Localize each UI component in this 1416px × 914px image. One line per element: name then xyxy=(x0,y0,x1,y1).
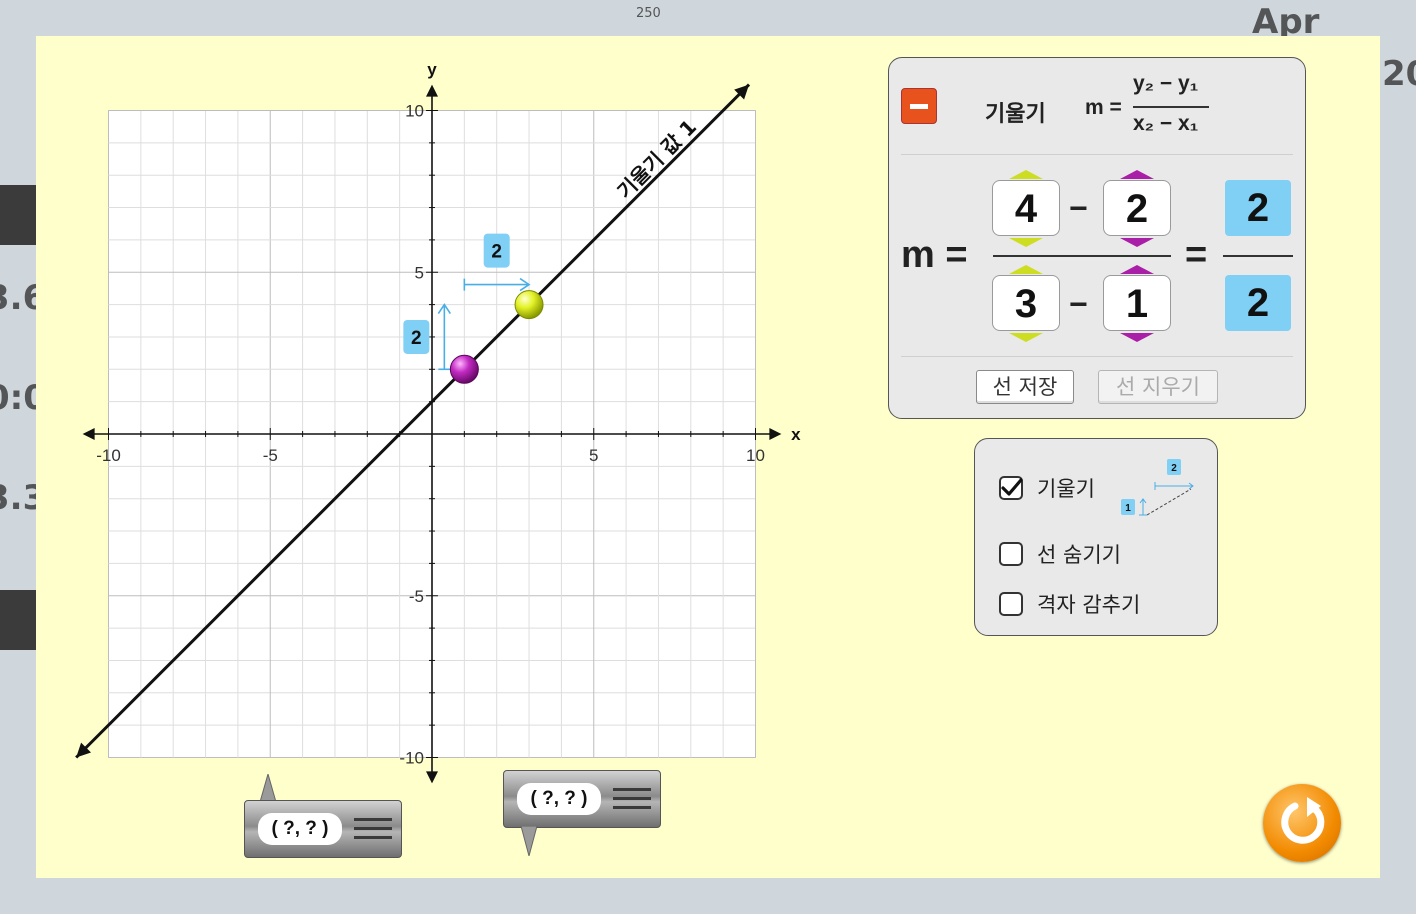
pointer-up-icon xyxy=(259,774,277,802)
equals-sign: = xyxy=(1185,234,1208,276)
x-tick-label: -5 xyxy=(263,446,278,465)
slope-checkbox[interactable] xyxy=(999,476,1023,500)
result-numerator-box: 2 xyxy=(1225,180,1291,236)
run-label-box: 2 xyxy=(483,233,510,268)
y-tick-label: -5 xyxy=(409,587,424,606)
result-denominator-box: 2 xyxy=(1225,275,1291,331)
rise-run-mini-icon: 2 1 xyxy=(1121,459,1194,516)
drag-grip-icon[interactable] xyxy=(613,788,651,791)
coordinate-readout-left[interactable]: ( ?, ? ) xyxy=(244,774,402,858)
formula-denominator: x₂ − x₁ xyxy=(1133,112,1199,135)
minus-operator: − xyxy=(1069,190,1088,226)
y1-value-box: 2 xyxy=(1103,180,1171,236)
drag-grip-icon[interactable] xyxy=(354,818,392,821)
checkmark-icon xyxy=(1001,478,1023,496)
coordinate-readout-right[interactable]: ( ?, ? ) xyxy=(503,770,661,856)
minus-operator: − xyxy=(1069,286,1088,322)
background-fragment: 20 xyxy=(1382,54,1416,94)
hide-line-checkbox[interactable] xyxy=(999,542,1023,566)
y2-decrease-arrow[interactable] xyxy=(1009,238,1043,247)
formula-prefix: m = xyxy=(1085,96,1122,119)
x-axis-arrow-left xyxy=(82,428,95,440)
y-tick-label: -10 xyxy=(399,749,424,768)
point-yellow-handle[interactable] xyxy=(514,290,544,320)
y-tick-label: 10 xyxy=(405,102,424,121)
y-axis-arrow-up xyxy=(426,84,438,97)
x2-decrease-arrow[interactable] xyxy=(1009,333,1043,342)
y2-value-box: 4 xyxy=(992,180,1060,236)
options-panel: 기울기 2 1 선 숨기기 격자 감추기 xyxy=(974,438,1218,636)
activity-stage: -10 -5 5 10 10 5 -5 -10 x y 기울기 값 1 2 2 xyxy=(36,36,1380,878)
drag-grip-icon[interactable] xyxy=(354,836,392,839)
y-axis-arrow-down xyxy=(426,771,438,784)
panel-divider xyxy=(901,356,1293,357)
x-axis-label: x xyxy=(791,425,801,444)
mini-run-label: 2 xyxy=(1171,463,1177,474)
mini-rise-label: 1 xyxy=(1125,503,1131,514)
x2-value-box: 3 xyxy=(992,275,1060,331)
x1-decrease-arrow[interactable] xyxy=(1120,333,1154,342)
background-bar xyxy=(0,185,36,245)
y1-decrease-arrow[interactable] xyxy=(1120,238,1154,247)
hide-grid-label: 격자 감추기 xyxy=(1037,593,1141,617)
pointer-down-icon xyxy=(520,826,538,856)
x2-increase-arrow[interactable] xyxy=(1009,265,1043,274)
slope-panel-title: 기울기 xyxy=(985,101,1046,126)
background-fragment: 250 xyxy=(636,6,661,21)
delete-line-button[interactable]: 선 지우기 xyxy=(1098,370,1218,404)
coordinate-value: ( ?, ? ) xyxy=(517,783,601,815)
fraction-bar xyxy=(993,255,1171,257)
m-label: m = xyxy=(901,234,968,276)
save-line-button[interactable]: 선 저장 xyxy=(976,370,1074,404)
y2-increase-arrow[interactable] xyxy=(1009,170,1043,179)
drag-grip-icon[interactable] xyxy=(613,806,651,809)
result-fraction-bar xyxy=(1223,255,1293,257)
x1-increase-arrow[interactable] xyxy=(1120,265,1154,274)
x-tick-label: -10 xyxy=(96,446,121,465)
rise-label: 2 xyxy=(411,328,422,349)
drag-grip-icon[interactable] xyxy=(613,797,651,800)
x-axis-arrow-right xyxy=(769,428,782,440)
hide-line-label: 선 숨기기 xyxy=(1037,543,1121,567)
formula-numerator: y₂ − y₁ xyxy=(1133,72,1199,95)
x-tick-label: 10 xyxy=(746,446,765,465)
reset-icon[interactable] xyxy=(1263,784,1341,862)
coordinate-value: ( ?, ? ) xyxy=(258,813,342,845)
slope-toggle-label: 기울기 xyxy=(1037,477,1095,501)
run-label: 2 xyxy=(491,242,502,263)
formula-fraction-bar xyxy=(1133,106,1209,108)
minus-icon[interactable] xyxy=(901,88,937,124)
reset-arrow-glyph xyxy=(1281,797,1325,844)
rise-label-box: 2 xyxy=(403,319,430,354)
hide-grid-checkbox[interactable] xyxy=(999,592,1023,616)
x1-value-box: 1 xyxy=(1103,275,1171,331)
panel-divider xyxy=(901,154,1293,155)
slope-panel: 기울기 m = y₂ − y₁ x₂ − x₁ m = 4 − 2 3 − 1 … xyxy=(888,57,1306,419)
y-tick-label: 5 xyxy=(415,263,424,282)
y-axis-label: y xyxy=(427,60,437,79)
background-bar xyxy=(0,590,36,650)
y1-increase-arrow[interactable] xyxy=(1120,170,1154,179)
point-magenta-handle[interactable] xyxy=(449,354,479,384)
x-tick-label: 5 xyxy=(589,446,598,465)
drag-grip-icon[interactable] xyxy=(354,827,392,830)
